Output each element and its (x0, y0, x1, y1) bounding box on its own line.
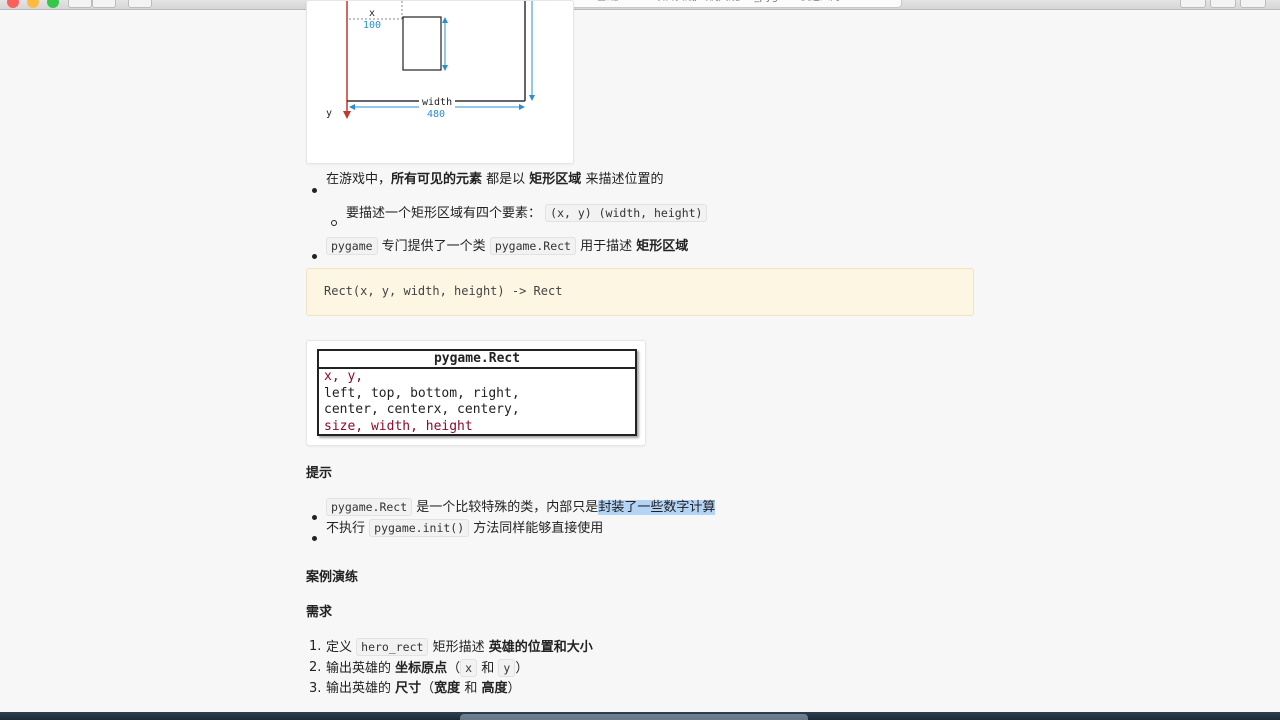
inline-code: hero_rect (356, 638, 429, 656)
bullet-disc (312, 188, 317, 193)
y-axis-arrow (343, 111, 351, 119)
x-value: 100 (363, 20, 381, 31)
new-tab-button[interactable] (1240, 0, 1266, 8)
width-value: 480 (427, 109, 445, 120)
uml-attr-line: left, top, bottom, right, (324, 385, 520, 401)
requirement-item: 输出英雄的 尺寸（宽度 和 高度） (326, 681, 521, 696)
tabs-button[interactable] (1210, 0, 1236, 8)
inline-code: pygame.Rect (489, 237, 576, 255)
y-label: y (326, 108, 332, 119)
uml-class-title: pygame.Rect (319, 351, 635, 369)
uml-attr-line: center, centerx, centery, (324, 402, 520, 417)
minimize-window-icon[interactable] (27, 0, 39, 8)
maximize-window-icon[interactable] (47, 0, 59, 8)
requirement-item: 定义 hero_rect 矩形描述 英雄的位置和大小 (326, 638, 593, 656)
code-block: Rect(x, y, width, height) -> Rect (306, 268, 974, 316)
bullet-pygame-rect: pygame 专门提供了一个类 pygame.Rect 用于描述 矩形区域 (326, 236, 688, 257)
width-label: width (422, 97, 452, 108)
inline-code: x (460, 659, 478, 677)
bullet-disc (312, 536, 317, 541)
coordinate-figure: x 100 y width 480 (306, 0, 574, 164)
tip-no-init: 不执行 pygame.init() 方法同样能够直接使用 (326, 519, 604, 537)
tips-heading: 提示 (306, 466, 333, 481)
coordinate-diagram: x 100 y width 480 (326, 1, 535, 120)
sub-bullet-four-elements: 要描述一个矩形区域有四个要素： (x, y) (width, height) (346, 203, 708, 224)
sidebar-toggle-button[interactable] (128, 0, 152, 8)
tip-special-class: pygame.Rect 是一个比较特殊的类，内部只是封装了一些数字计算 (326, 497, 716, 518)
list-number: 2. (309, 660, 322, 675)
requirement-item: 输出英雄的 坐标原点（ x 和 y） (326, 659, 529, 677)
inline-code: pygame (326, 237, 378, 255)
close-window-icon[interactable] (7, 0, 19, 8)
forward-button[interactable] (92, 0, 116, 8)
uml-class-box: pygame.Rect x, y, left, top, bottom, rig… (317, 349, 637, 436)
rect-class-figure: pygame.Rect x, y, left, top, bottom, rig… (306, 340, 646, 446)
bullet-circle (331, 220, 337, 226)
code-block-text: Rect(x, y, width, height) -> Rect (324, 284, 563, 298)
uml-attr-line: size, width, height (324, 418, 473, 434)
share-button[interactable] (1180, 0, 1206, 8)
page-content: x 100 y width 480 在游戏中，所有可见的元素 都是以 矩形区域 … (0, 0, 1280, 710)
bullet-disc (312, 254, 317, 259)
list-number: 1. (309, 639, 322, 654)
exercise-heading: 案例演练 (306, 570, 359, 585)
dock (0, 712, 1280, 720)
bullet-rect-description: 在游戏中，所有可见的元素 都是以 矩形区域 来描述位置的 (326, 172, 664, 187)
rect-sample (402, 16, 442, 71)
bullet-disc (312, 515, 317, 520)
back-button[interactable] (68, 0, 92, 8)
inline-code: (x, y) (width, height) (545, 204, 708, 222)
dock-shelf[interactable] (460, 714, 808, 720)
x-label: x (369, 8, 375, 19)
inline-code: pygame.Rect (326, 498, 413, 516)
uml-attr-line: x, y, (324, 369, 364, 384)
selected-text[interactable]: 封装了一些数字计算 (598, 500, 716, 515)
inline-code: pygame.init() (369, 519, 470, 537)
browser-toolbar: file:///Users/itheima/Desktop/Python基础/0… (0, 0, 1280, 10)
requirements-heading: 需求 (306, 605, 333, 620)
inline-code: y (498, 659, 516, 677)
list-number: 3. (309, 681, 322, 696)
